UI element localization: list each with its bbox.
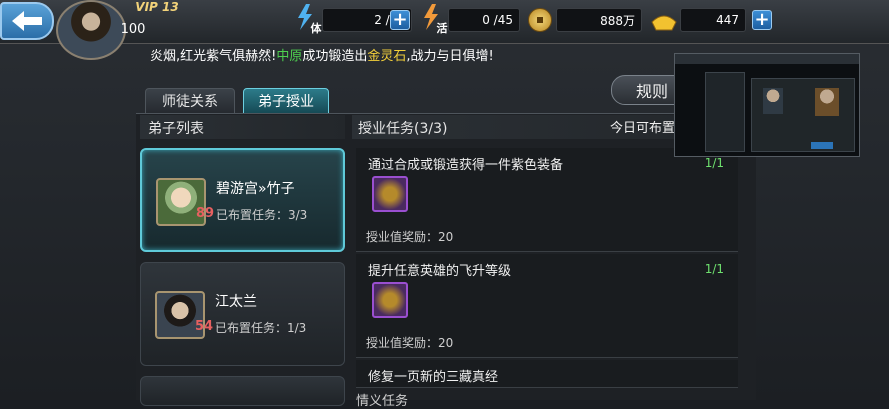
announcement-part2: 成功锻造出	[302, 49, 368, 64]
task-name: 提升任意英雄的飞升等级	[368, 264, 512, 279]
task-reward: 授业值奖励：20	[366, 230, 454, 244]
treasure-chest-icon[interactable]	[372, 282, 408, 318]
mini-preview-window	[674, 53, 860, 157]
task-row: 通过合成或锻造获得一件紫色装备 1/1 授业值奖励：20	[356, 148, 738, 252]
announcement-part3: ,战力与日俱增!	[406, 49, 494, 64]
stamina-plus-button[interactable]: +	[390, 10, 410, 30]
disciple-status: 已布置任务：1/3	[215, 321, 307, 335]
player-avatar[interactable]	[56, 0, 126, 60]
copper-coin-icon	[528, 8, 552, 32]
back-arrow-icon	[12, 11, 42, 31]
gold-value: 447	[680, 8, 746, 32]
disciple-card[interactable]	[140, 376, 345, 406]
vitality-icon: 活	[420, 4, 448, 36]
task-row: 提升任意英雄的飞升等级 1/1 授业值奖励：20	[356, 254, 738, 358]
back-button[interactable]	[0, 2, 54, 40]
treasure-chest-icon[interactable]	[372, 176, 408, 212]
task-list-title: 授业任务(3/3)	[358, 121, 448, 137]
announcement-item: 金灵石	[367, 49, 407, 64]
tab-disciple-teaching[interactable]: 弟子授业	[243, 88, 329, 114]
disciple-level: 89	[196, 206, 215, 221]
task-reward: 授业值奖励：20	[366, 336, 454, 350]
disciple-card[interactable]: 54 江太兰 已布置任务：1/3	[140, 262, 345, 366]
announcement-marquee: 炎烟,红光紫气俱赫然!中原成功锻造出金灵石,战力与日俱增!	[150, 45, 494, 65]
vip-badge: VIP 13	[135, 0, 179, 14]
disciple-name: 碧游宫»竹子	[216, 181, 295, 197]
stamina-icon: 体	[294, 4, 322, 36]
task-progress: 1/1	[704, 262, 724, 276]
gold-ingot-icon	[650, 10, 678, 32]
vitality-value: 0 /45	[448, 8, 520, 32]
tab-master-relation[interactable]: 师徒关系	[145, 88, 235, 114]
disciple-level: 54	[195, 319, 214, 334]
task-progress: 1/1	[704, 156, 724, 170]
disciple-list-title: 弟子列表	[148, 121, 204, 137]
announcement-place: 中原	[276, 49, 303, 64]
stamina-label: 体	[310, 22, 322, 35]
copper-value: 888万	[556, 8, 642, 32]
player-level: 100	[120, 22, 146, 37]
task-row: 修复一页新的三藏真经	[356, 360, 738, 388]
task-name: 通过合成或锻造获得一件紫色装备	[368, 158, 564, 173]
disciple-status: 已布置任务：3/3	[216, 208, 308, 222]
vitality-label: 活	[436, 22, 448, 35]
today-assignable-label: 今日可布置	[610, 121, 676, 136]
disciple-name: 江太兰	[215, 294, 257, 310]
announcement-part1: 炎烟,红光紫气俱赫然!	[150, 49, 277, 64]
gold-plus-button[interactable]: +	[752, 10, 772, 30]
task-name: 修复一页新的三藏真经	[368, 370, 499, 385]
disciple-card[interactable]: 89 碧游宫»竹子 已布置任务：3/3	[140, 148, 345, 252]
